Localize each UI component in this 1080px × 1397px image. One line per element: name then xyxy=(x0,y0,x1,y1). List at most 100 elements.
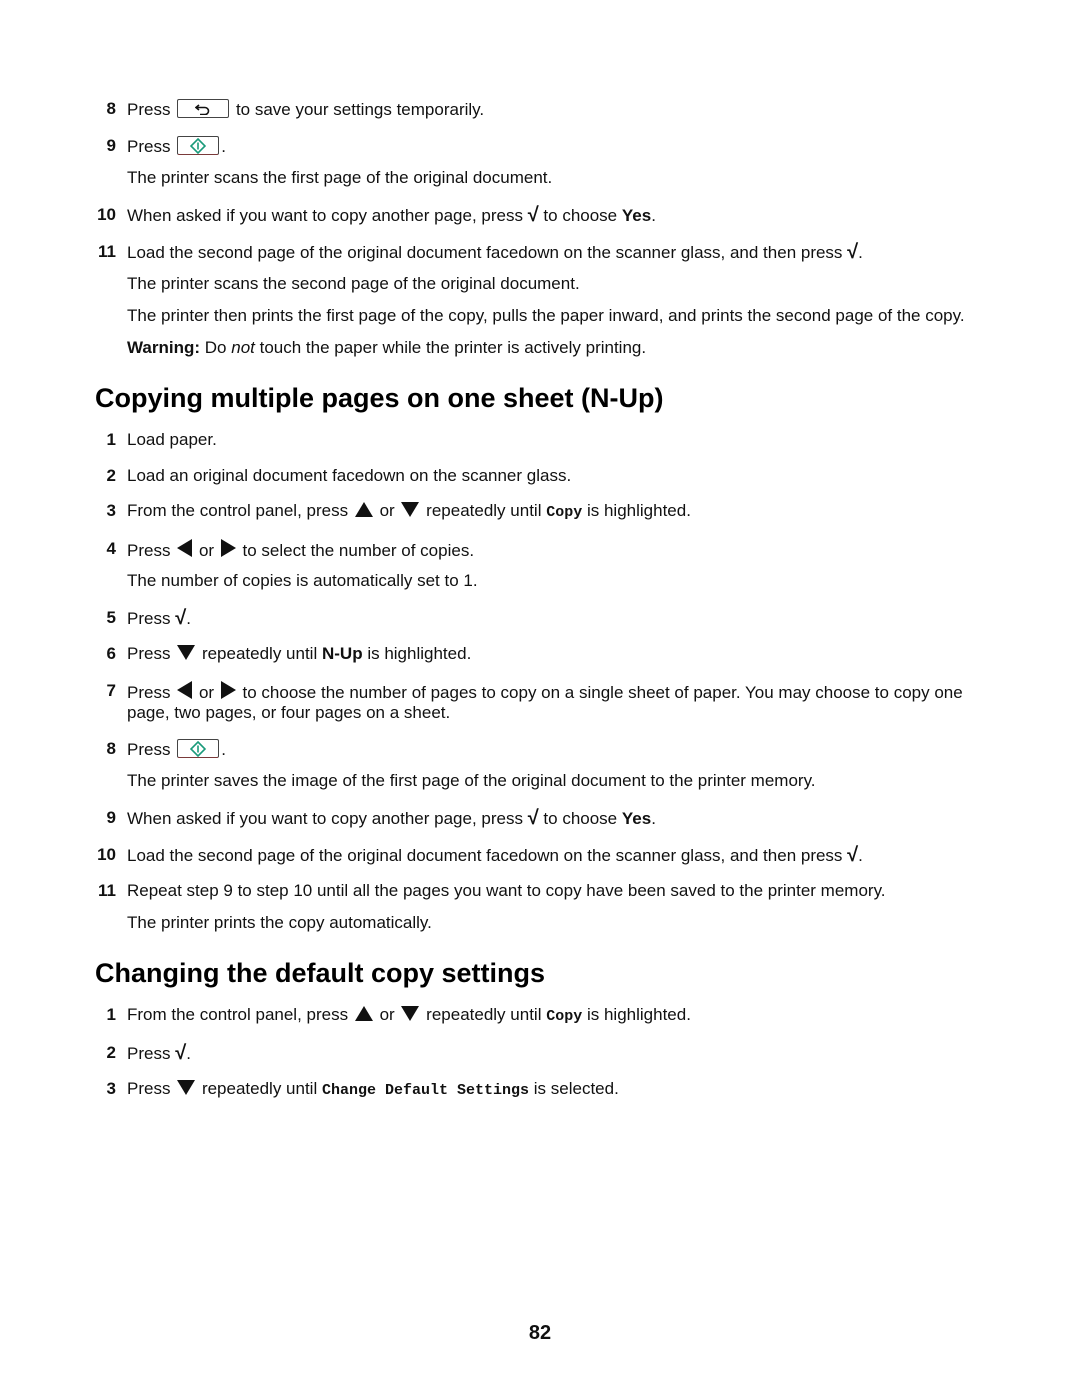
note-text: The printer scans the first page of the … xyxy=(127,168,553,187)
check-icon: √ xyxy=(847,241,859,263)
punct: . xyxy=(186,1044,191,1063)
step-text: repeatedly until xyxy=(201,1079,318,1098)
step-text: page, two pages, or four pages on a shee… xyxy=(127,703,451,722)
check-icon: √ xyxy=(175,1042,187,1064)
step-number: 5 xyxy=(106,608,116,627)
step-number: 2 xyxy=(106,1043,116,1062)
warning-label: Warning: xyxy=(127,338,201,357)
step-text: Press xyxy=(127,100,171,119)
step-text: or xyxy=(379,501,395,520)
step-text: . xyxy=(221,137,226,156)
check-icon: √ xyxy=(847,844,859,866)
punct: . xyxy=(858,846,863,865)
step-text: Press xyxy=(127,541,171,560)
step-text: When asked if you want to copy another p… xyxy=(127,809,523,828)
section-title-default: Changing the default copy settings xyxy=(95,958,546,988)
step-text: Press xyxy=(127,1044,171,1063)
step-number: 7 xyxy=(106,681,116,700)
step-text: From the control panel, press xyxy=(127,501,349,520)
check-icon: √ xyxy=(527,807,539,829)
down-arrow-icon xyxy=(177,645,196,660)
step-number: 8 xyxy=(106,739,116,758)
menu-item-copy: Copy xyxy=(546,1008,583,1025)
step-text: or xyxy=(379,1005,395,1024)
menu-item-change-default-settings: Change Default Settings xyxy=(321,1082,530,1099)
step-text: to select the number of copies. xyxy=(242,541,475,560)
page-number: 82 xyxy=(528,1322,552,1344)
back-key-icon xyxy=(177,99,230,118)
warning-text: Do xyxy=(204,338,227,357)
right-arrow-icon xyxy=(220,681,236,699)
step-number: 9 xyxy=(106,808,116,827)
step-text: Press xyxy=(127,644,171,663)
section-title-nup: Copying multiple pages on one sheet (N-U… xyxy=(95,383,664,413)
down-arrow-icon xyxy=(401,502,420,517)
up-arrow-icon xyxy=(354,1006,373,1021)
step-text: Load paper. xyxy=(127,430,217,449)
note-text: The number of copies is automatically se… xyxy=(127,571,478,590)
step-text: When asked if you want to copy another p… xyxy=(127,206,523,225)
step-text: is selected. xyxy=(533,1079,619,1098)
punct: . xyxy=(651,809,656,828)
step-text: is highlighted. xyxy=(367,644,472,663)
step-text: to choose xyxy=(543,206,618,225)
step-text: is highlighted. xyxy=(586,501,691,520)
step-text: to choose xyxy=(543,809,618,828)
step-text: to save your settings temporarily. xyxy=(235,100,485,119)
start-key-icon xyxy=(177,136,220,155)
left-arrow-icon xyxy=(177,539,193,557)
step-text: or xyxy=(198,683,215,702)
step-text: repeatedly until xyxy=(426,1005,542,1024)
step-text: Press xyxy=(127,740,171,759)
yes-option: Yes xyxy=(621,809,652,828)
step-text: Press xyxy=(127,1079,171,1098)
step-number: 9 xyxy=(106,136,116,155)
step-text: repeatedly until xyxy=(426,501,542,520)
check-icon: √ xyxy=(527,204,539,226)
step-number: 8 xyxy=(106,99,116,118)
menu-item-nup: N-Up xyxy=(321,644,363,663)
step-number: 11 xyxy=(98,881,116,900)
step-text: repeatedly until xyxy=(201,644,318,663)
check-icon: √ xyxy=(175,607,187,629)
step-number: 10 xyxy=(97,845,116,864)
yes-option: Yes xyxy=(621,206,652,225)
punct: . xyxy=(651,206,656,225)
step-text: Press xyxy=(127,137,171,156)
step-text: Load the second page of the original doc… xyxy=(127,243,843,262)
up-arrow-icon xyxy=(354,502,373,517)
step-number: 3 xyxy=(106,501,116,520)
warning-text: touch the paper while the printer is act… xyxy=(259,338,647,357)
step-text: From the control panel, press xyxy=(127,1005,349,1024)
note-text: The printer prints the copy automaticall… xyxy=(127,913,432,932)
punct: . xyxy=(221,740,226,759)
down-arrow-icon xyxy=(177,1080,196,1095)
step-text: Repeat step 9 to step 10 until all the p… xyxy=(127,881,886,900)
warning-emphasis: not xyxy=(231,338,255,357)
right-arrow-icon xyxy=(220,539,236,557)
step-number: 3 xyxy=(106,1079,116,1098)
note-text: The printer scans the second page of the… xyxy=(127,274,580,293)
step-number: 11 xyxy=(98,242,116,261)
step-number: 1 xyxy=(106,1005,116,1024)
step-text: Press xyxy=(127,683,171,702)
step-number: 10 xyxy=(97,205,116,224)
note-text: The printer saves the image of the first… xyxy=(127,771,816,790)
step-number: 6 xyxy=(106,644,116,663)
step-number: 2 xyxy=(106,466,116,485)
left-arrow-icon xyxy=(177,681,193,699)
step-text: is highlighted. xyxy=(586,1005,691,1024)
step-number: 1 xyxy=(106,430,116,449)
step-text: Load the second page of the original doc… xyxy=(127,846,843,865)
note-text: The printer then prints the first page o… xyxy=(127,306,965,325)
punct: . xyxy=(858,243,863,262)
step-text: to choose the number of pages to copy on… xyxy=(242,683,963,702)
down-arrow-icon xyxy=(401,1006,420,1021)
start-key-icon xyxy=(177,739,220,758)
menu-item-copy: Copy xyxy=(546,504,583,521)
step-text: Press xyxy=(127,609,171,628)
step-number: 4 xyxy=(106,539,116,558)
punct: . xyxy=(186,609,191,628)
step-text: Load an original document facedown on th… xyxy=(127,466,572,485)
step-text: or xyxy=(198,541,215,560)
